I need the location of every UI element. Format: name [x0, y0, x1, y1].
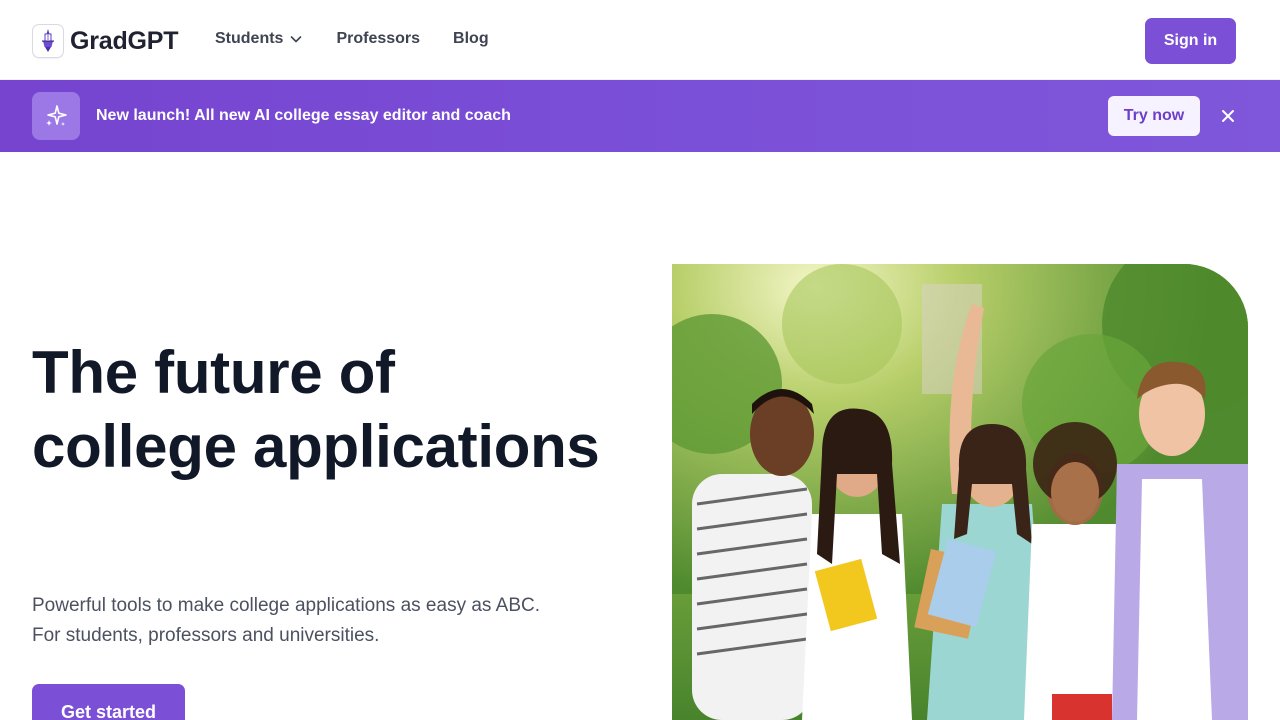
sparkles-icon	[32, 92, 80, 140]
students-group-photo	[672, 264, 1248, 720]
hero-subtitle-line-2: For students, professors and universitie…	[32, 625, 380, 646]
try-now-button[interactable]: Try now	[1108, 96, 1200, 136]
university-tower-icon	[32, 24, 64, 58]
nav-blog[interactable]: Blog	[453, 29, 489, 49]
hero-title: The future of college applications	[32, 336, 652, 484]
nav-professors-label: Professors	[336, 30, 421, 47]
logo-text: GradGPT	[70, 26, 179, 55]
hero-title-line-2: college applications	[32, 413, 600, 480]
hero-subtitle: Powerful tools to make college applicati…	[32, 591, 632, 651]
nav-blog-label: Blog	[453, 30, 489, 47]
logo[interactable]: GradGPT	[32, 24, 179, 58]
main-nav: Students Professors Blog	[215, 29, 522, 49]
hero-title-line-1: The future of	[32, 339, 395, 406]
banner-message: New launch! All new AI college essay edi…	[96, 107, 511, 124]
chevron-down-icon	[289, 32, 303, 46]
top-navbar: GradGPT Students Professors Blog Sign in	[0, 0, 1280, 80]
sign-in-button[interactable]: Sign in	[1145, 18, 1236, 64]
announcement-banner: New launch! All new AI college essay edi…	[0, 80, 1280, 152]
get-started-button[interactable]: Get started	[32, 684, 185, 720]
nav-students[interactable]: Students	[215, 29, 303, 49]
nav-professors[interactable]: Professors	[336, 29, 420, 49]
hero-subtitle-line-1: Powerful tools to make college applicati…	[32, 595, 540, 616]
nav-students-label: Students	[215, 30, 284, 47]
close-icon[interactable]	[1216, 104, 1240, 128]
